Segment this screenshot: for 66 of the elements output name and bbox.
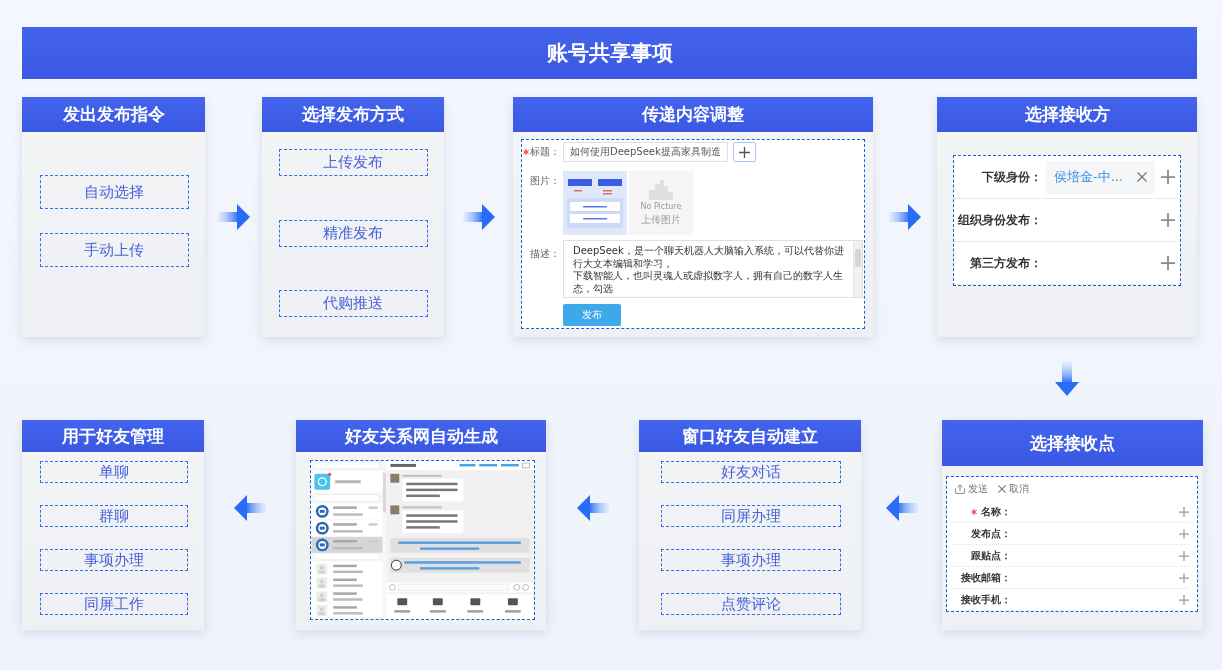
no-picture-caption: No Picture <box>640 201 682 211</box>
right-arrow-icon <box>889 204 921 230</box>
field-label: 跟贴点： <box>971 548 1011 563</box>
recipient-tag[interactable]: 侯培金-中... <box>1046 160 1156 194</box>
field-label: 接收邮箱： <box>961 570 1011 585</box>
publish-button[interactable]: 发布 <box>563 304 621 326</box>
left-arrow-icon <box>234 495 266 521</box>
field-label: 描述： <box>530 247 560 261</box>
cancel-button[interactable]: 取消 <box>998 482 1029 496</box>
option-item: 上传发布 <box>279 149 428 176</box>
option-item: 群聊 <box>40 505 188 527</box>
step-title: 发出发布指令 <box>22 97 205 132</box>
option-item: 同屏办理 <box>661 505 842 527</box>
upload-icon <box>955 484 965 494</box>
image-upload-slot[interactable]: No Picture 上传图片 <box>629 171 693 235</box>
plus-icon[interactable] <box>1161 170 1175 184</box>
plus-icon[interactable] <box>1179 506 1189 517</box>
add-button[interactable] <box>732 142 756 162</box>
down-arrow-icon <box>1055 361 1079 396</box>
close-icon[interactable] <box>998 485 1006 493</box>
description-paragraph: DeepSeek，是一个聊天机器人大脑输入系统，可以代替你进行大文本编辑和学习， <box>573 245 845 270</box>
flowchart-thumbnail-drawing <box>563 171 627 235</box>
option-item: 手动上传 <box>40 233 189 267</box>
field-label: 第三方发布： <box>969 254 1042 272</box>
option-item: 事项办理 <box>40 549 188 571</box>
plus-icon[interactable] <box>1179 572 1189 583</box>
option-item: 单聊 <box>40 461 188 483</box>
upload-image-label: 上传图片 <box>641 212 681 227</box>
send-button[interactable]: 发送 <box>955 482 988 496</box>
description-paragraph: 下载智能人，也叫灵魂人或虚拟数字人，拥有自己的数字人生态，勾选 <box>573 270 844 295</box>
remove-icon[interactable] <box>1137 172 1148 182</box>
title-input[interactable]: 如何使用DeepSeek提高家具制造 <box>563 142 728 162</box>
plus-icon[interactable] <box>1161 213 1175 227</box>
field-label: 名称： <box>981 504 1011 519</box>
option-item: 好友对话 <box>661 461 842 483</box>
left-arrow-icon <box>885 495 918 521</box>
description-field[interactable]: DeepSeek，是一个聊天机器人大脑输入系统，可以代替你进行大文本编辑和学习， 下载智能人，也叫灵魂人或虚拟数字人，拥有自己的数字人生态，勾选 <box>563 240 863 298</box>
plus-icon[interactable] <box>1179 528 1189 539</box>
step-title: 传递内容调整 <box>513 97 873 132</box>
field-label: 标题： <box>530 145 560 159</box>
right-arrow-icon <box>217 204 250 230</box>
title-banner: 账号共享事项 <box>22 27 1197 79</box>
step-title: 用于好友管理 <box>22 420 204 452</box>
left-arrow-icon <box>576 495 609 521</box>
scrollbar[interactable] <box>853 241 862 297</box>
option-item: 点赞评论 <box>661 593 842 615</box>
field-label: 图片： <box>530 174 560 188</box>
option-item: 自动选择 <box>40 175 189 209</box>
right-arrow-icon <box>462 204 495 230</box>
plus-icon[interactable] <box>1179 594 1189 605</box>
option-item: 精准发布 <box>279 219 428 247</box>
option-item: 事项办理 <box>661 549 842 571</box>
plus-icon[interactable] <box>1179 550 1189 561</box>
field-label: 发布点： <box>971 526 1011 541</box>
field-label: 下级身份： <box>981 168 1042 186</box>
step-title: 选择接收点 <box>942 420 1203 466</box>
step-title: 选择接收方 <box>937 97 1197 132</box>
step-title: 选择发布方式 <box>262 97 444 132</box>
option-item: 代购推送 <box>279 290 428 317</box>
field-label: 接收手机： <box>961 592 1011 607</box>
plus-icon[interactable] <box>1161 256 1175 270</box>
field-label: 组织身份发布： <box>957 211 1042 229</box>
step-title: 好友关系网自动生成 <box>296 420 546 452</box>
step-title: 窗口好友自动建立 <box>639 420 861 452</box>
option-item: 同屏工作 <box>40 593 188 615</box>
plus-icon <box>738 146 750 158</box>
